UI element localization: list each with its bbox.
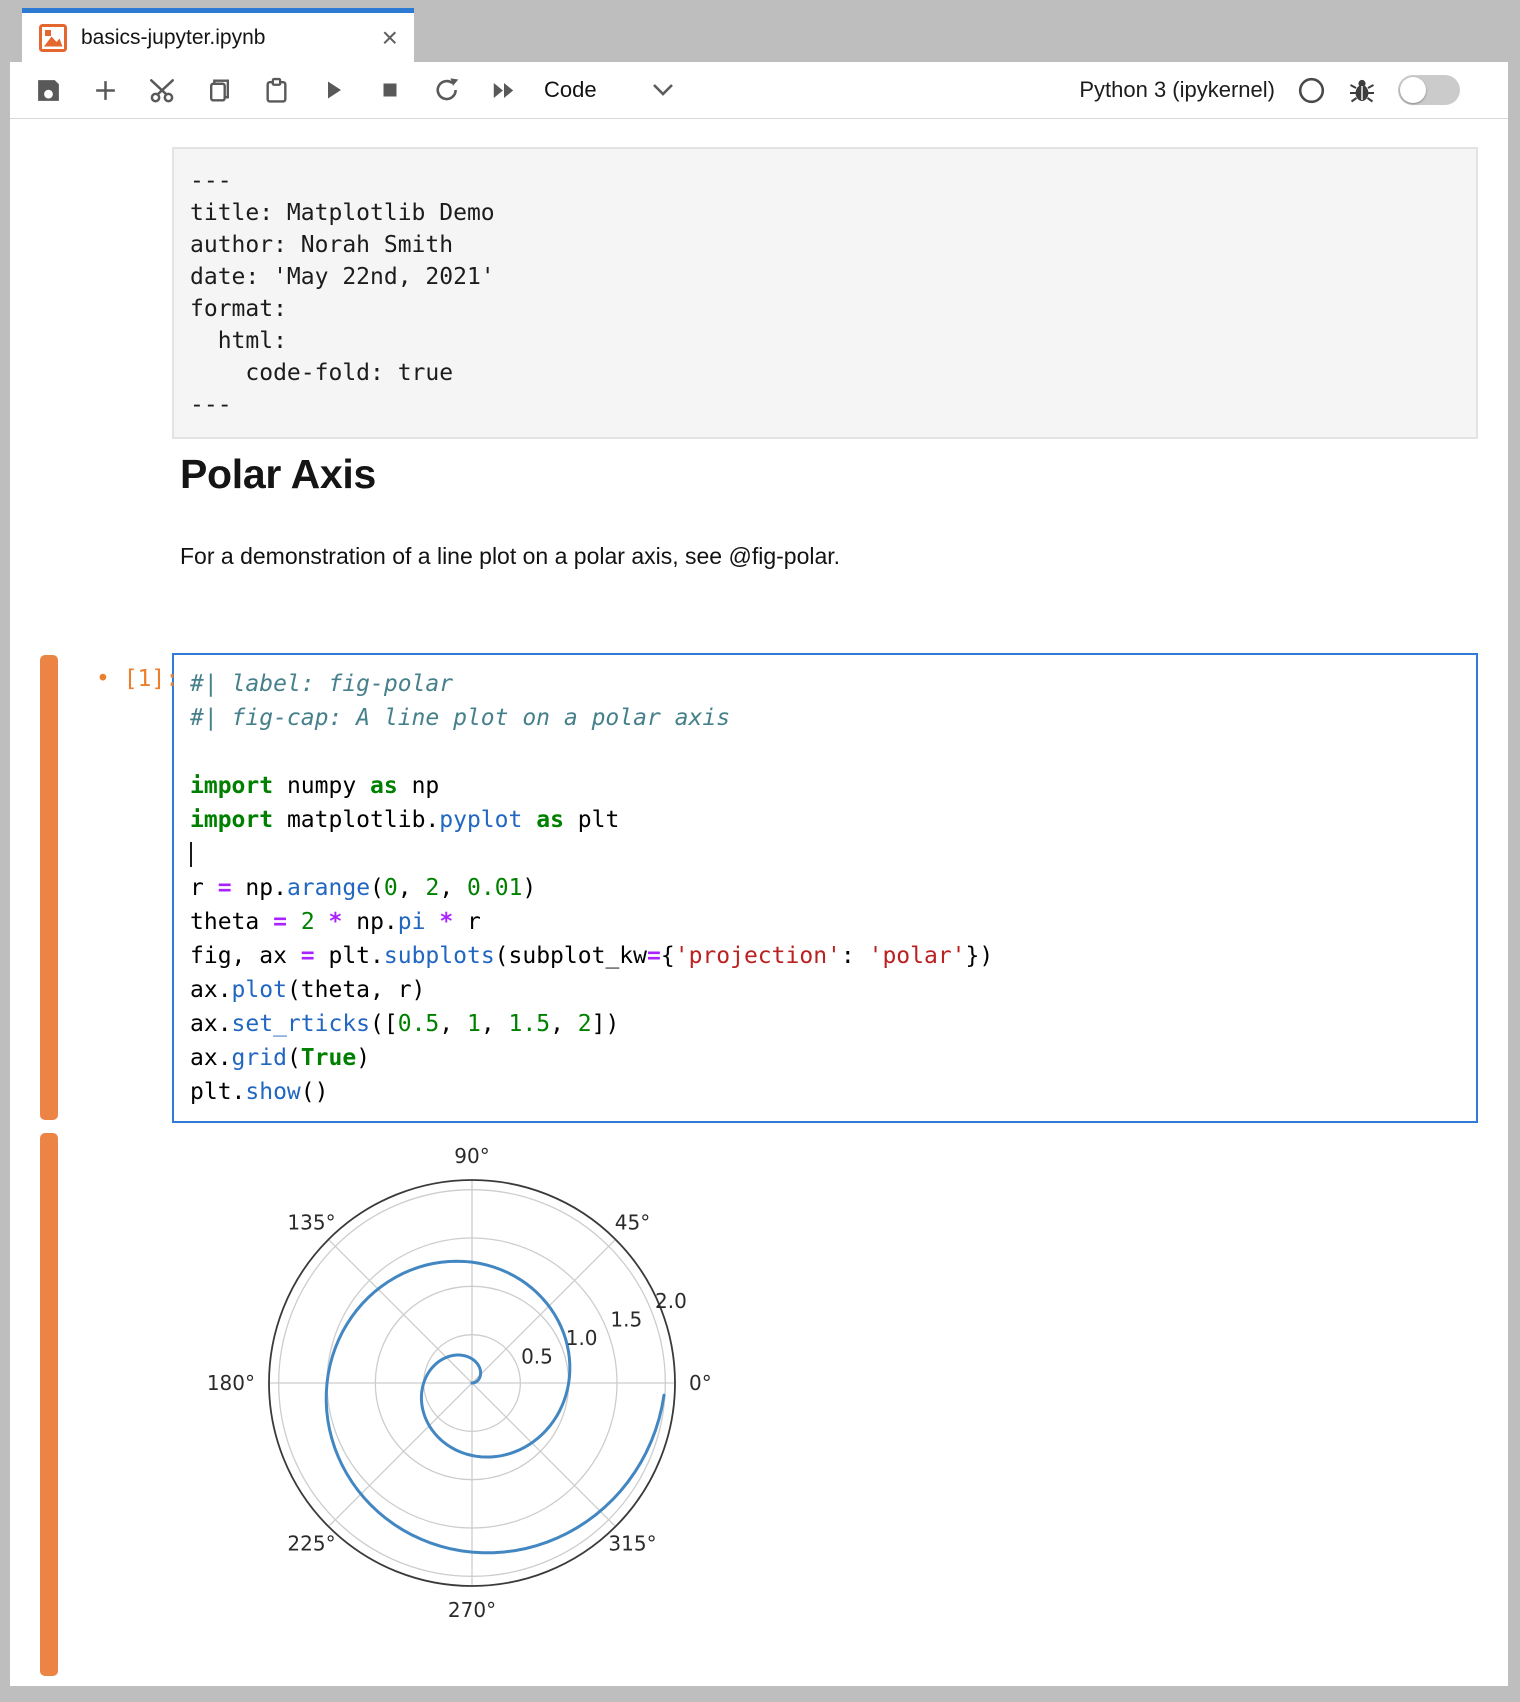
execution-count: • [1]:: [96, 666, 179, 692]
code-cell-row: • [1]: #| label: fig-polar#| fig-cap: A …: [10, 653, 1508, 1123]
cell-collapser-bar[interactable]: [40, 655, 58, 1120]
chevron-down-icon: [651, 82, 675, 98]
svg-text:2.0: 2.0: [655, 1289, 687, 1313]
run-all-icon: [490, 76, 518, 105]
code-cell-editor[interactable]: #| label: fig-polar#| fig-cap: A line pl…: [172, 653, 1478, 1123]
svg-text:1.0: 1.0: [566, 1326, 598, 1350]
markdown-paragraph: For a demonstration of a line plot on a …: [180, 543, 840, 570]
svg-text:1.5: 1.5: [610, 1307, 642, 1331]
svg-text:0.5: 0.5: [521, 1344, 553, 1368]
svg-text:180°: 180°: [207, 1371, 255, 1395]
save-button[interactable]: [34, 76, 62, 104]
polar-plot-output: 0° 45° 90° 135° 180° 225° 270° 315° 0.5 1.0 1.5 2.0: [172, 1133, 752, 1678]
svg-text:90°: 90°: [454, 1144, 489, 1168]
kernel-status-icon[interactable]: [1297, 76, 1326, 105]
raw-yaml-text: --- title: Matplotlib Demo author: Norah…: [190, 165, 1460, 421]
svg-text:225°: 225°: [287, 1532, 335, 1556]
insert-cell-button[interactable]: [91, 76, 119, 104]
svg-text:0°: 0°: [689, 1371, 712, 1395]
markdown-heading: Polar Axis: [180, 451, 376, 498]
tab-title: basics-jupyter.ipynb: [81, 26, 369, 50]
notebook-toolbar: Code Python 3 (ipykernel): [10, 62, 1508, 119]
svg-text:270°: 270°: [448, 1598, 496, 1622]
main-pane: Code Python 3 (ipykernel): [10, 62, 1508, 1686]
cut-cells-button[interactable]: [148, 76, 176, 104]
restart-kernel-button[interactable]: [433, 76, 461, 104]
restart-icon: [433, 76, 461, 104]
svg-text:45°: 45°: [615, 1211, 650, 1235]
toggle-knob: [1400, 77, 1426, 103]
copy-icon: [206, 77, 233, 104]
tab-close-icon[interactable]: ×: [382, 24, 398, 52]
plus-icon: [92, 77, 119, 104]
tab-strip: basics-jupyter.ipynb ×: [0, 0, 1520, 62]
interrupt-kernel-button[interactable]: [376, 76, 404, 104]
code-lines: #| label: fig-polar#| fig-cap: A line pl…: [190, 667, 1460, 1109]
jupyter-window: basics-jupyter.ipynb ×: [0, 0, 1520, 1702]
notebook-tab[interactable]: basics-jupyter.ipynb ×: [22, 8, 414, 62]
save-icon: [35, 77, 62, 104]
kernel-name[interactable]: Python 3 (ipykernel): [1079, 77, 1275, 103]
paste-icon: [263, 77, 290, 104]
output-cell-row: 0° 45° 90° 135° 180° 225° 270° 315° 0.5 1.0 1.5 2.0: [10, 1133, 1508, 1683]
simple-mode-toggle[interactable]: [1398, 75, 1460, 105]
debugger-bug-icon[interactable]: [1348, 76, 1376, 104]
notebook-file-icon: [38, 23, 68, 53]
paste-cells-button[interactable]: [262, 76, 290, 104]
cell-type-value: Code: [544, 77, 597, 103]
stop-icon: [377, 77, 403, 103]
copy-cells-button[interactable]: [205, 76, 233, 104]
raw-yaml-cell[interactable]: --- title: Matplotlib Demo author: Norah…: [172, 147, 1478, 439]
output-collapser-bar[interactable]: [40, 1133, 58, 1676]
cell-type-dropdown[interactable]: Code: [544, 77, 675, 103]
svg-text:135°: 135°: [287, 1211, 335, 1235]
run-button[interactable]: [319, 76, 347, 104]
run-icon: [320, 77, 346, 103]
notebook-content: --- title: Matplotlib Demo author: Norah…: [10, 119, 1508, 1686]
svg-text:315°: 315°: [608, 1532, 656, 1556]
run-all-cells-button[interactable]: [490, 76, 518, 104]
scissors-icon: [148, 76, 176, 104]
